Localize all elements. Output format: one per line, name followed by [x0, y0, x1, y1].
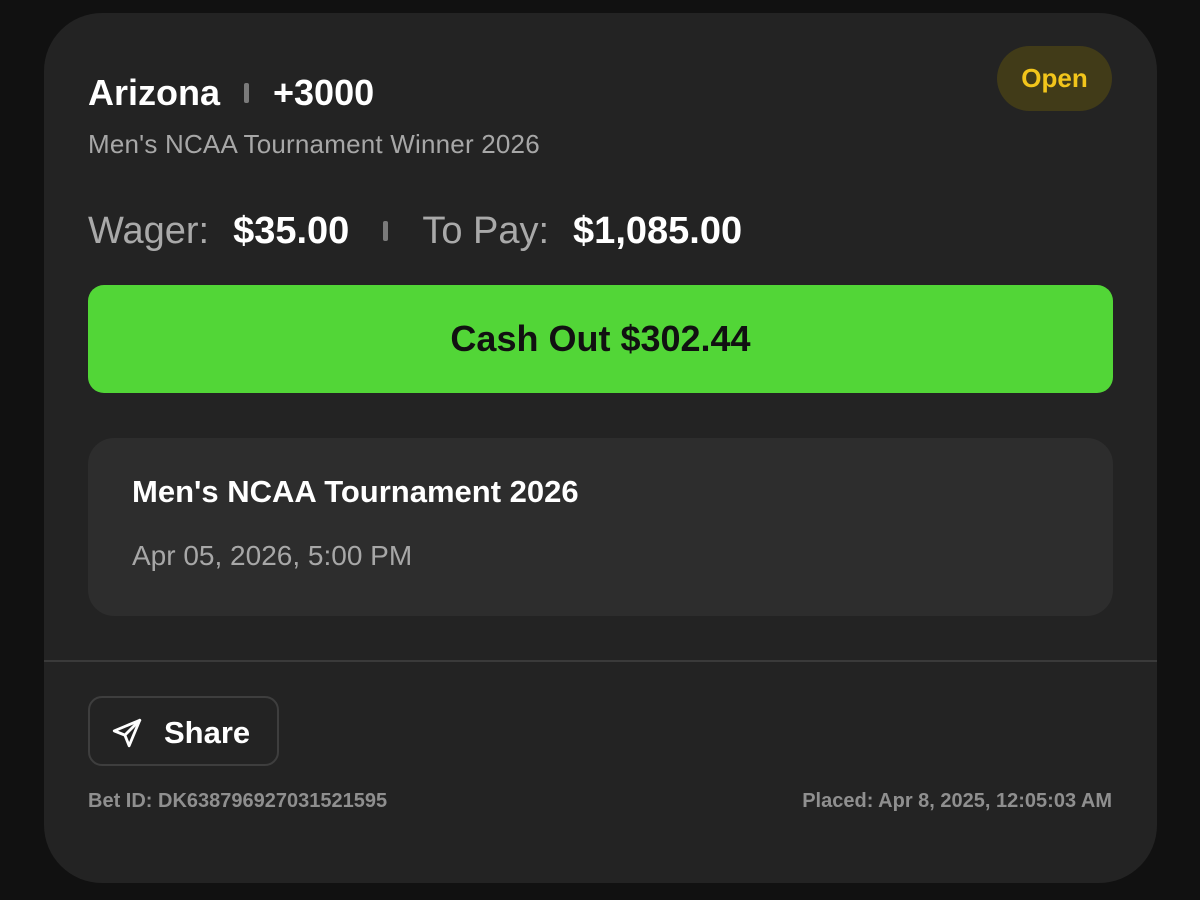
- status-badge: Open: [997, 46, 1112, 111]
- send-icon: [112, 718, 142, 748]
- bet-id: Bet ID: DK638796927031521595: [88, 790, 388, 812]
- placed-timestamp: Placed: Apr 8, 2025, 12:05:03 AM: [802, 790, 1112, 812]
- divider: [44, 660, 1157, 662]
- wager-row: Wager: $35.00 To Pay: $1,085.00: [88, 209, 742, 253]
- wager-label: Wager:: [88, 209, 210, 252]
- wager-value: $35.00: [233, 209, 350, 252]
- bet-title-row: Arizona +3000: [88, 71, 374, 115]
- team-name: Arizona: [88, 72, 221, 113]
- to-pay-value: $1,085.00: [573, 209, 743, 252]
- event-date: Apr 05, 2026, 5:00 PM: [132, 540, 413, 571]
- odds-value: +3000: [273, 72, 375, 113]
- wager-separator: [383, 221, 389, 241]
- share-label: Share: [164, 715, 251, 750]
- title-separator: [244, 83, 250, 103]
- market-name: Men's NCAA Tournament Winner 2026: [88, 129, 540, 159]
- to-pay-label: To Pay:: [422, 209, 550, 252]
- bet-card: Arizona +3000 Open Men's NCAA Tournament…: [44, 13, 1157, 883]
- cash-out-button[interactable]: Cash Out $302.44: [88, 285, 1113, 393]
- share-button[interactable]: Share: [88, 696, 279, 766]
- event-name: Men's NCAA Tournament 2026: [132, 474, 579, 509]
- event-details[interactable]: Men's NCAA Tournament 2026 Apr 05, 2026,…: [88, 438, 1113, 616]
